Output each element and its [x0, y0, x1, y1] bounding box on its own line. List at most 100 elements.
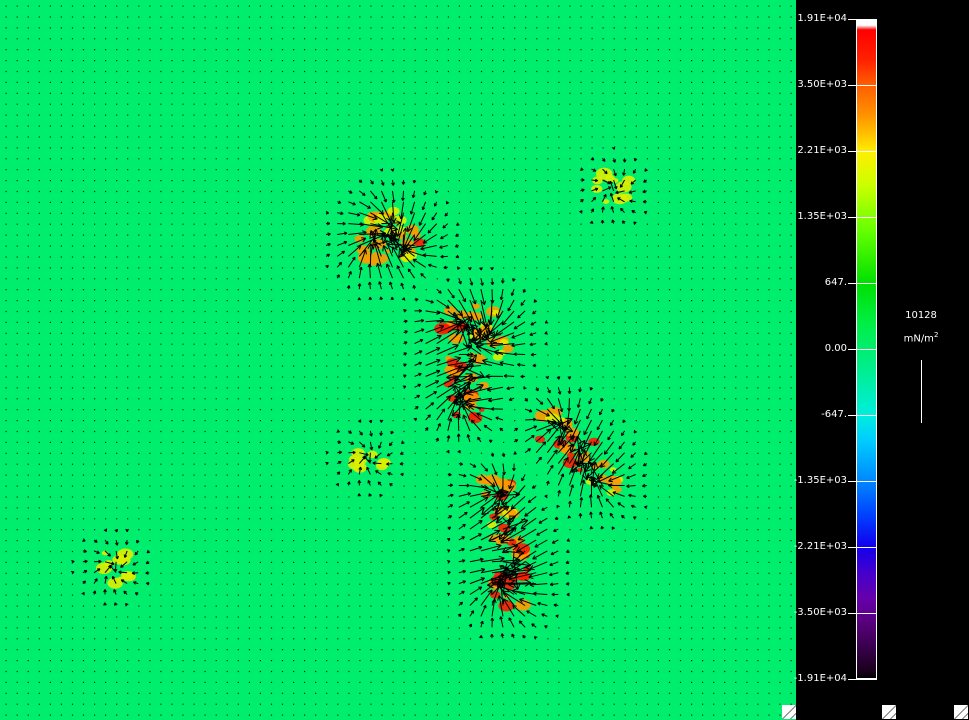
grid-dot: [248, 60, 250, 62]
grid-dot: [326, 114, 328, 116]
grid-dot: [436, 114, 438, 116]
grid-dot: [425, 507, 427, 509]
grid-dot: [160, 572, 162, 574]
grid-dot: [5, 81, 7, 83]
grid-dot: [138, 430, 140, 433]
grid-dot: [768, 38, 770, 40]
grid-dot: [204, 474, 206, 476]
grid-dot: [60, 583, 62, 585]
grid-dot: [514, 169, 516, 171]
grid-dot: [138, 474, 140, 476]
grid-dot: [580, 550, 582, 553]
grid-dot: [193, 60, 195, 62]
grid-dot: [602, 136, 604, 138]
grid-dot: [679, 605, 682, 607]
grid-dot: [569, 267, 571, 269]
grid-dot: [60, 463, 62, 465]
grid-dot: [16, 223, 18, 225]
grid-dot: [49, 670, 51, 673]
grid-dot: [38, 234, 40, 236]
grid-dot: [635, 103, 637, 105]
grid-dot: [226, 16, 228, 18]
force-arrow: [427, 223, 438, 234]
grid-dot: [49, 496, 51, 498]
grid-dot: [138, 310, 140, 313]
grid-dot: [94, 70, 96, 73]
grid-dot: [580, 158, 582, 160]
grid-dot: [403, 692, 405, 694]
grid-dot: [646, 267, 648, 269]
grid-dot: [381, 583, 383, 585]
grid-dot: [226, 245, 228, 247]
grid-dot: [370, 81, 372, 83]
grid-dot: [304, 463, 306, 465]
grid-dot: [127, 365, 129, 367]
grid-dot: [5, 92, 7, 94]
grid-dot: [304, 572, 306, 574]
grid-dot: [558, 660, 560, 662]
grid-dot: [381, 60, 383, 62]
grid-dot: [790, 114, 792, 116]
grid-dot: [71, 343, 74, 345]
grid-dot: [757, 125, 759, 127]
grid-dot: [381, 540, 383, 542]
grid-dot: [94, 49, 96, 51]
grid-dot: [215, 649, 217, 651]
grid-dot: [237, 594, 239, 596]
grid-dot: [613, 387, 615, 389]
grid-dot: [94, 474, 96, 476]
grid-dot: [668, 289, 671, 291]
grid-dot: [171, 496, 173, 498]
grid-dot: [315, 190, 317, 193]
grid-dot: [71, 5, 74, 7]
grid-dot: [525, 256, 527, 258]
grid-dot: [149, 256, 151, 258]
grid-dot: [414, 583, 416, 585]
grid-dot: [370, 605, 372, 607]
grid-dot: [668, 300, 671, 302]
grid-dot: [679, 201, 682, 203]
grid-dot: [359, 670, 361, 673]
grid-dot: [724, 420, 726, 422]
grid-dot: [16, 300, 18, 302]
grid-dot: [49, 190, 51, 193]
grid-dot: [82, 27, 85, 29]
grid-dot: [757, 496, 759, 498]
grid-dot: [270, 485, 273, 487]
grid-dot: [304, 583, 306, 585]
grid-dot: [480, 81, 483, 83]
grid-dot: [536, 81, 538, 83]
grid-dot: [171, 627, 173, 629]
grid-dot: [315, 169, 317, 171]
grid-dot: [403, 616, 405, 618]
grid-dot: [193, 638, 195, 640]
grid-dot: [735, 343, 737, 345]
grid-dot: [337, 136, 339, 138]
grid-dot: [746, 147, 748, 149]
grid-dot: [116, 496, 118, 498]
grid-dot: [326, 507, 328, 509]
grid-dot: [149, 540, 151, 542]
grid-dot: [370, 321, 372, 323]
grid-dot: [259, 125, 261, 127]
grid-dot: [248, 681, 250, 683]
grid-dot: [635, 114, 637, 116]
grid-dot: [480, 103, 483, 105]
grid-dot: [326, 660, 328, 662]
grid-dot: [204, 27, 206, 29]
grid-dot: [613, 594, 615, 596]
grid-dot: [127, 81, 129, 83]
grid-dot: [425, 627, 427, 629]
grid-dot: [679, 125, 682, 127]
grid-dot: [94, 103, 96, 105]
grid-dot: [657, 518, 659, 520]
grid-dot: [281, 518, 284, 520]
grid-dot: [193, 703, 195, 705]
grid-dot: [16, 81, 18, 83]
grid-dot: [27, 398, 29, 400]
grid-dot: [94, 180, 96, 182]
force-arrow-head: [385, 263, 388, 268]
grid-dot: [447, 38, 449, 40]
grid-dot: [38, 550, 40, 553]
grid-dot: [105, 638, 107, 640]
